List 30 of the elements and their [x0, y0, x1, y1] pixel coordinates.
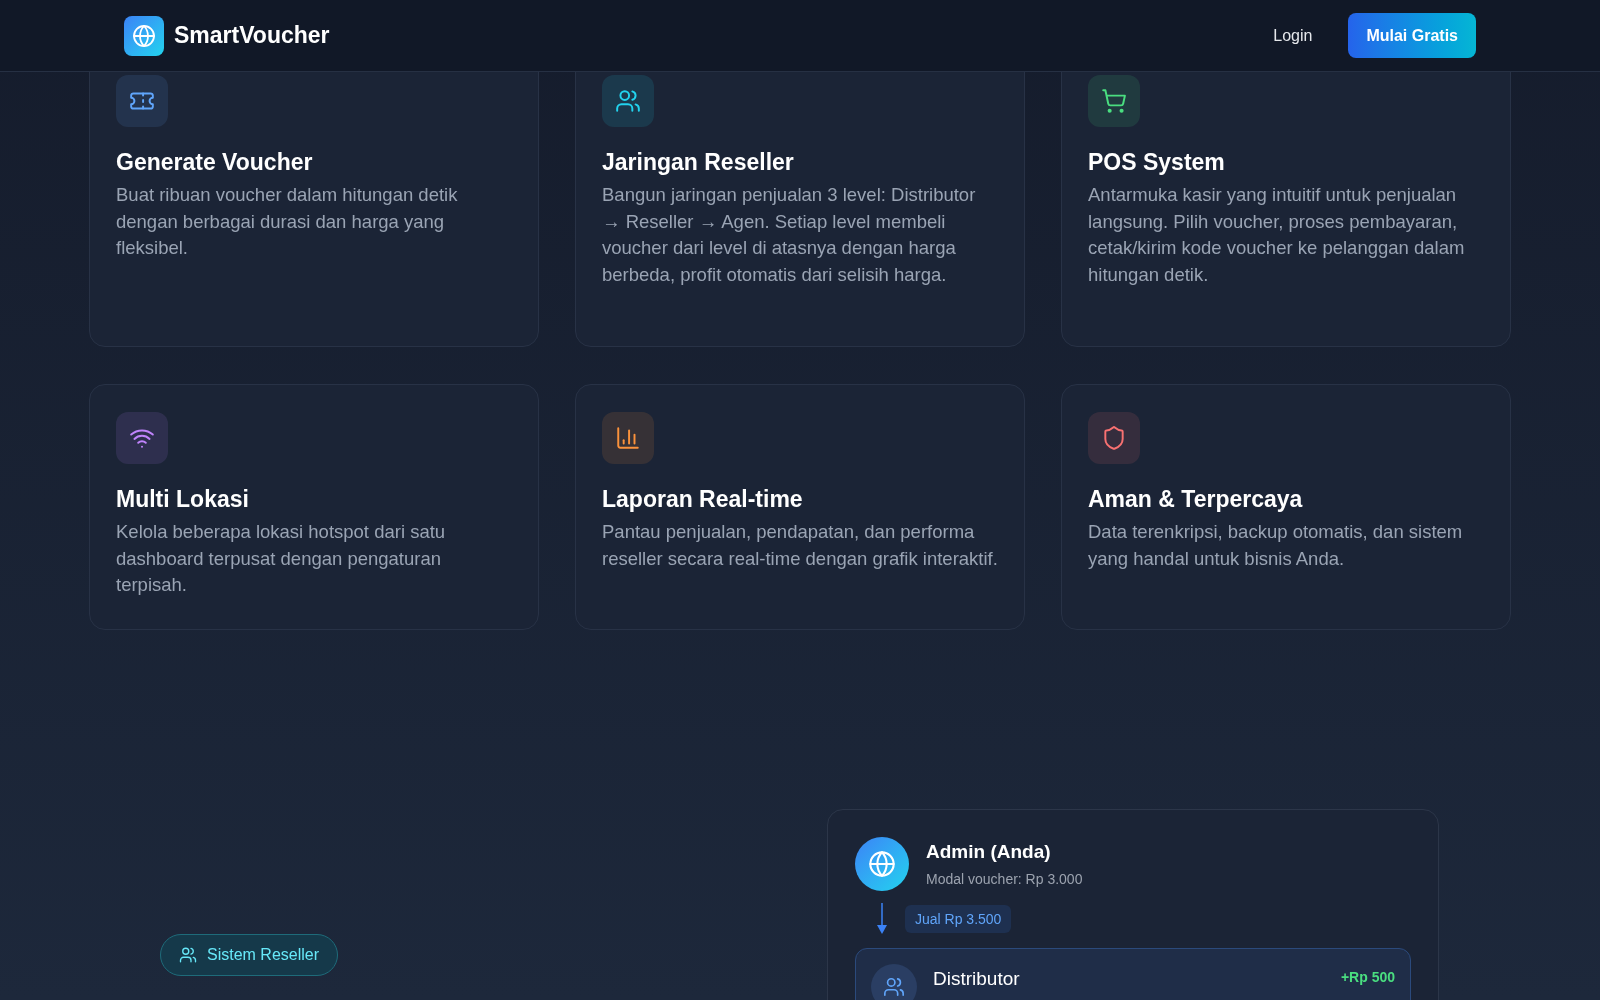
feature-description: Data terenkripsi, backup otomatis, dan sistem yang handal untuk bisnis Anda. — [1088, 520, 1464, 571]
shield-icon — [1101, 425, 1127, 451]
admin-cost: Modal voucher: Rp 3.000 — [926, 869, 1083, 889]
down-arrow-icon — [877, 903, 887, 935]
feature-description: Buat ribuan voucher dalam hitungan detik dengan berbagai durasi dan harga yang fleksibel. — [116, 183, 459, 260]
feature-description: Pantau penjualan, pendapatan, dan performa reseller secara real-time dengan grafik interaktif. — [602, 520, 998, 571]
feature-description: Kelola beberapa lokasi hotspot dari satu dashboard terpusat dengan pengaturan terpisah. — [116, 520, 447, 597]
users-icon — [871, 964, 917, 1000]
brand-name: SmartVoucher — [174, 21, 330, 51]
login-link[interactable]: Login — [1273, 23, 1313, 48]
feature-title: Multi Lokasi — [116, 485, 250, 514]
chart-icon — [615, 425, 641, 451]
admin-title: Admin (Anda) — [926, 840, 1052, 865]
sell-price-tag: Jual Rp 3.500 — [905, 905, 1012, 933]
globe-icon — [855, 837, 909, 891]
feature-title: Aman & Terpercaya — [1088, 485, 1304, 514]
badge-label: Sistem Reseller — [207, 945, 320, 965]
feature-title: Jaringan Reseller — [602, 148, 795, 177]
feature-title: Laporan Real-time — [602, 485, 804, 514]
users-icon — [179, 946, 197, 964]
feature-title: POS System — [1088, 148, 1226, 177]
level-title: Distributor — [933, 967, 1020, 991]
cart-icon — [1101, 88, 1127, 114]
logo-icon — [124, 15, 164, 56]
feature-title: Generate Voucher — [116, 148, 314, 177]
profit-amount: +Rp 500 — [1340, 968, 1395, 987]
feature-description: Bangun jaringan penjualan 3 level: Distributor → Reseller → Agen. Setiap level membeli voucher dari level di atasnya dengan harga berbeda, profit otomatis dari selisih harga. — [602, 183, 977, 287]
users-icon — [615, 88, 641, 114]
feature-description: Antarmuka kasir yang intuitif untuk penjualan langsung. Pilih voucher, proses pembayaran, cetak/kirim kode voucher ke pelanggan dalam hitungan detik. — [1088, 183, 1466, 287]
get-started-button[interactable]: Mulai Gratis — [1348, 13, 1476, 58]
